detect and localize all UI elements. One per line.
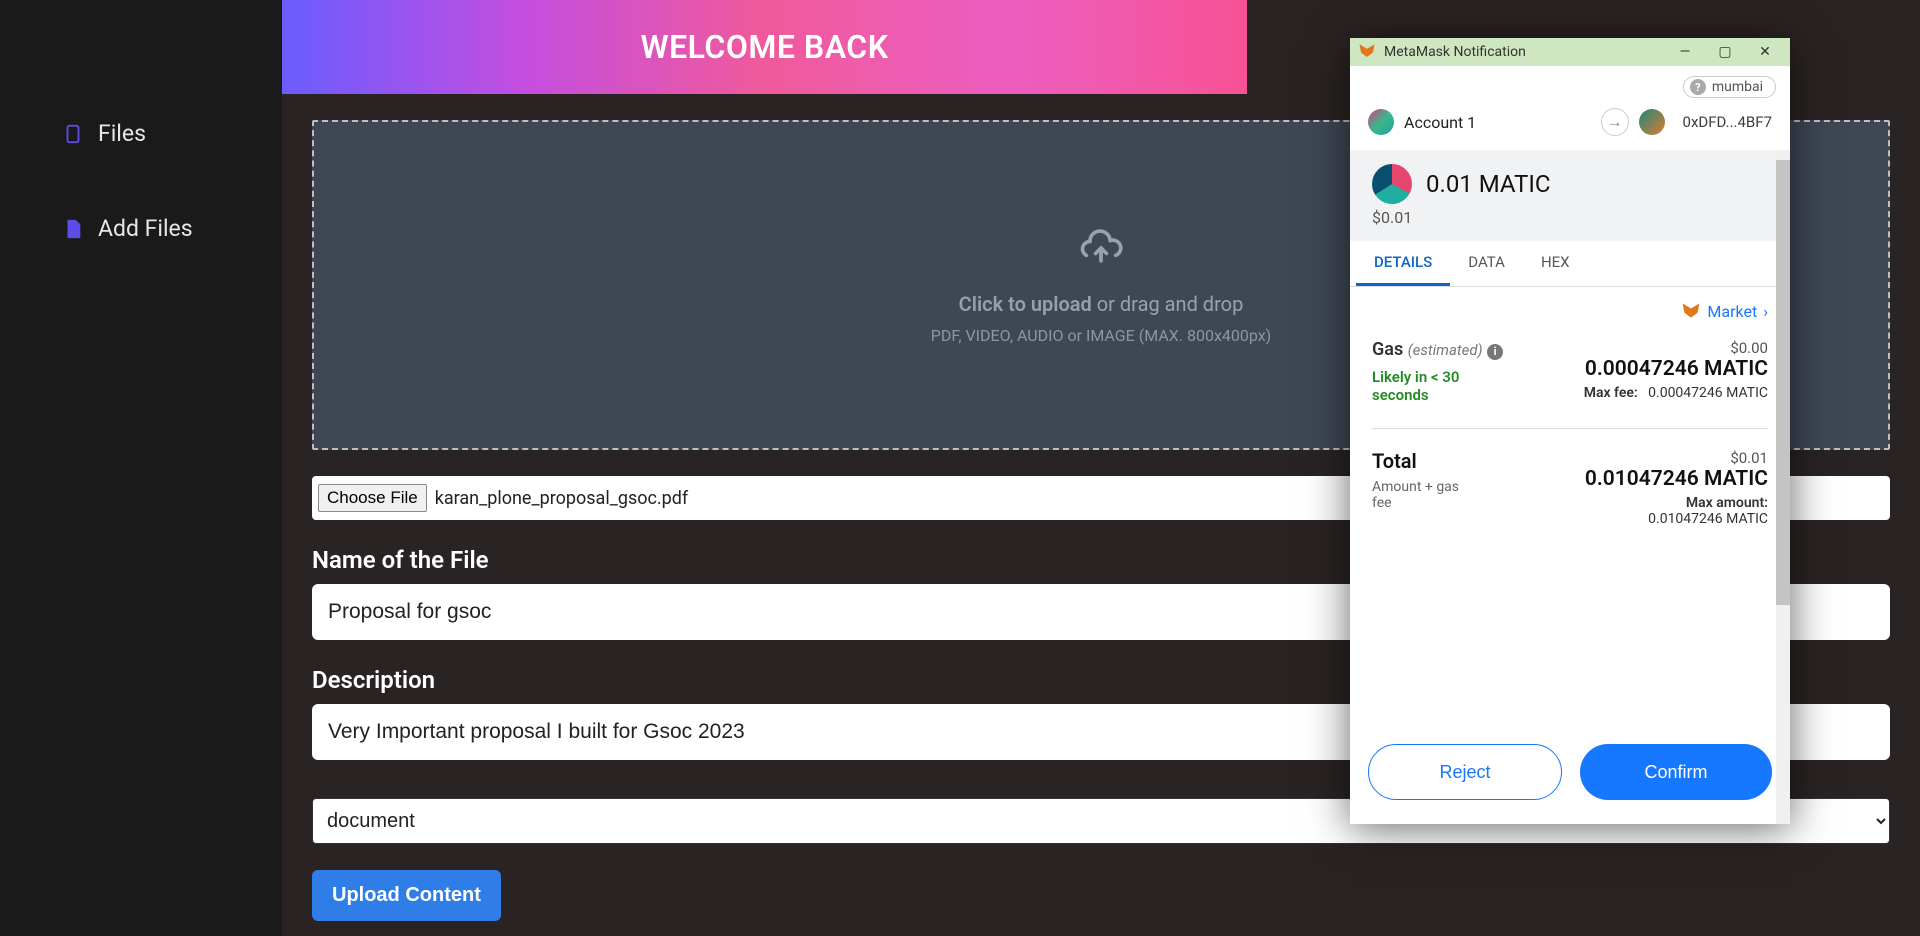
welcome-banner: WELCOME BACK (282, 0, 1247, 94)
from-avatar-icon (1368, 109, 1394, 135)
dropzone-line1: Click to upload or drag and drop (959, 292, 1244, 316)
tab-details[interactable]: DETAILS (1356, 241, 1450, 286)
total-fiat: $0.01 (1585, 449, 1768, 467)
gas-likely: Likely in < 30 seconds (1372, 368, 1482, 404)
dropzone-hint: PDF, VIDEO, AUDIO or IMAGE (MAX. 800x400… (931, 326, 1272, 345)
to-avatar-icon (1639, 109, 1665, 135)
reject-button[interactable]: Reject (1368, 744, 1562, 800)
amount-value: 0.01 MATIC (1426, 170, 1551, 198)
market-label: Market (1707, 302, 1757, 321)
metamask-tabs: DETAILS DATA HEX (1350, 241, 1790, 287)
chosen-file-name: karan_plone_proposal_gsoc.pdf (435, 488, 688, 509)
total-label: Total (1372, 449, 1482, 473)
minimize-button[interactable]: — (1668, 40, 1702, 64)
metamask-notification-window: MetaMask Notification — ▢ ✕ ? mumbai Acc… (1350, 38, 1790, 824)
chevron-right-icon: › (1763, 302, 1768, 321)
scrollbar[interactable] (1776, 150, 1790, 824)
network-pill[interactable]: ? mumbai (1683, 76, 1776, 98)
sidebar-item-files[interactable]: Files (0, 110, 280, 157)
gas-estimated: (estimated) (1408, 341, 1483, 359)
metamask-fox-icon (1358, 42, 1378, 62)
amount-section: 0.01 MATIC $0.01 (1350, 150, 1790, 241)
dropzone-rest: or drag and drop (1092, 292, 1244, 316)
tab-data[interactable]: DATA (1450, 241, 1523, 286)
metamask-title: MetaMask Notification (1384, 44, 1526, 60)
upload-cloud-icon (1079, 226, 1123, 274)
network-unknown-icon: ? (1690, 79, 1706, 95)
accounts-row: Account 1 → 0xDFD...4BF7 (1350, 102, 1790, 150)
max-amount-label: Max amount: (1686, 495, 1768, 511)
market-link[interactable]: Market › (1372, 301, 1768, 321)
metamask-titlebar: MetaMask Notification — ▢ ✕ (1350, 38, 1790, 66)
total-row: Total Amount + gas fee $0.01 0.01047246 … (1372, 445, 1768, 531)
banner-title: WELCOME BACK (640, 28, 888, 66)
dropzone-bold: Click to upload (959, 292, 1092, 316)
gas-label: Gas (1372, 339, 1403, 360)
total-value: 0.01047246 MATIC (1585, 467, 1768, 491)
metamask-body: Market › Gas (estimated) i Likely in < 3… (1350, 287, 1790, 728)
sidebar-item-add-files[interactable]: Add Files (0, 205, 280, 252)
info-icon[interactable]: i (1487, 344, 1503, 360)
to-address: 0xDFD...4BF7 (1683, 113, 1772, 131)
metamask-footer: Reject Confirm (1350, 728, 1790, 824)
add-file-icon (62, 218, 84, 240)
max-fee-value: 0.00047246 MATIC (1648, 385, 1768, 401)
upload-content-button[interactable]: Upload Content (312, 870, 501, 921)
files-icon (62, 123, 84, 145)
gas-value: 0.00047246 MATIC (1584, 357, 1768, 381)
choose-file-button[interactable]: Choose File (318, 484, 427, 512)
close-button[interactable]: ✕ (1748, 40, 1782, 64)
sidebar-item-label: Files (98, 120, 146, 147)
network-name: mumbai (1712, 79, 1763, 95)
transfer-arrow-icon: → (1601, 108, 1629, 136)
from-account-name: Account 1 (1404, 113, 1591, 132)
sidebar: Files Add Files (0, 0, 280, 936)
network-row: ? mumbai (1350, 66, 1790, 102)
amount-fiat: $0.01 (1372, 208, 1768, 227)
token-icon (1372, 164, 1412, 204)
maximize-button[interactable]: ▢ (1708, 40, 1742, 64)
gas-row: Gas (estimated) i Likely in < 30 seconds… (1372, 335, 1768, 408)
scrollbar-thumb[interactable] (1776, 160, 1790, 605)
amount-plus-gas: Amount + gas fee (1372, 479, 1482, 511)
confirm-button[interactable]: Confirm (1580, 744, 1772, 800)
market-fox-icon (1681, 301, 1701, 321)
divider (1372, 428, 1768, 429)
gas-fiat: $0.00 (1584, 339, 1768, 357)
max-amount-value: 0.01047246 MATIC (1648, 511, 1768, 527)
sidebar-item-label: Add Files (98, 215, 193, 242)
max-fee-label: Max fee: (1584, 385, 1638, 401)
tab-hex[interactable]: HEX (1523, 241, 1588, 286)
